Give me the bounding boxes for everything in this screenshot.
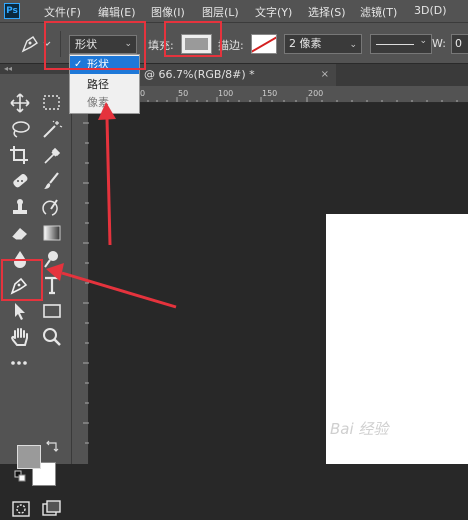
eraser-icon[interactable] [8,222,32,244]
photoshop-logo: Ps [4,3,20,19]
dodge-tool-icon[interactable] [40,248,64,270]
default-colors-icon[interactable] [14,470,26,482]
document-tab[interactable]: @ 66.7%(RGB/8#) * × [140,64,336,86]
type-tool-icon[interactable] [40,274,64,296]
menu-image[interactable]: 图像(I) [151,4,185,20]
path-selection-icon[interactable] [8,300,32,322]
highlight-box-mode [44,21,146,70]
foreground-color-swatch[interactable] [17,445,41,469]
marquee-tool-icon[interactable] [40,92,64,114]
hand-tool-icon[interactable] [8,326,32,348]
rectangle-tool-icon[interactable] [40,300,64,322]
document-tab-title: @ 66.7%(RGB/8#) * [144,68,255,81]
menu-file[interactable]: 文件(F) [44,4,81,20]
dropdown-option-path[interactable]: 路径 [70,76,139,94]
width-label: W: [432,37,446,50]
menu-select[interactable]: 选择(S) [308,4,346,20]
highlight-box-fill [164,21,222,57]
lasso-tool-icon[interactable] [8,118,32,140]
menu-layer[interactable]: 图层(L) [202,4,239,20]
screen-mode-icon[interactable] [40,498,64,520]
crop-tool-icon[interactable] [8,144,32,166]
healing-brush-icon[interactable] [8,170,32,192]
gradient-tool-icon[interactable] [40,222,64,244]
quick-mask-icon[interactable] [10,498,34,520]
stroke-style-select[interactable]: ⌄ [370,34,432,54]
move-tool-icon[interactable] [8,92,32,114]
chevron-down-icon: ⌄ [349,40,357,50]
dropdown-option-pixels: 像素 [70,94,139,112]
vertical-ruler [72,103,89,464]
menu-filter[interactable]: 滤镜(T) [360,4,397,20]
zoom-tool-icon[interactable] [40,326,64,348]
chevron-down-icon: ⌄ [419,36,427,46]
watermark: Bai 经验 [330,420,389,438]
brush-tool-icon[interactable] [40,170,64,192]
magic-wand-icon[interactable] [40,118,64,140]
close-icon[interactable]: × [321,64,329,86]
dropdown-option-label: 像素 [87,96,109,109]
stroke-width-value: 2 像素 [289,37,322,50]
dropdown-option-label: 路径 [87,78,109,91]
eyedropper-icon[interactable] [40,144,64,166]
ruler-ticks [83,122,89,444]
swap-colors-icon[interactable] [44,440,60,454]
menu-type[interactable]: 文字(Y) [255,4,292,20]
highlight-box-pen-tool [1,259,43,301]
history-brush-icon[interactable] [40,196,64,218]
menu-bar: Ps 文件(F) 编辑(E) 图像(I) 图层(L) 文字(Y) 选择(S) 滤… [0,0,468,22]
clone-stamp-icon[interactable] [8,196,32,218]
menu-3d[interactable]: 3D(D) [414,4,447,17]
more-tools-icon[interactable] [8,352,32,374]
width-input[interactable]: 0 [451,34,468,54]
menu-edit[interactable]: 编辑(E) [98,4,136,20]
stroke-color-swatch[interactable] [251,34,277,54]
stroke-width-field[interactable]: 2 像素 ⌄ [284,34,362,54]
